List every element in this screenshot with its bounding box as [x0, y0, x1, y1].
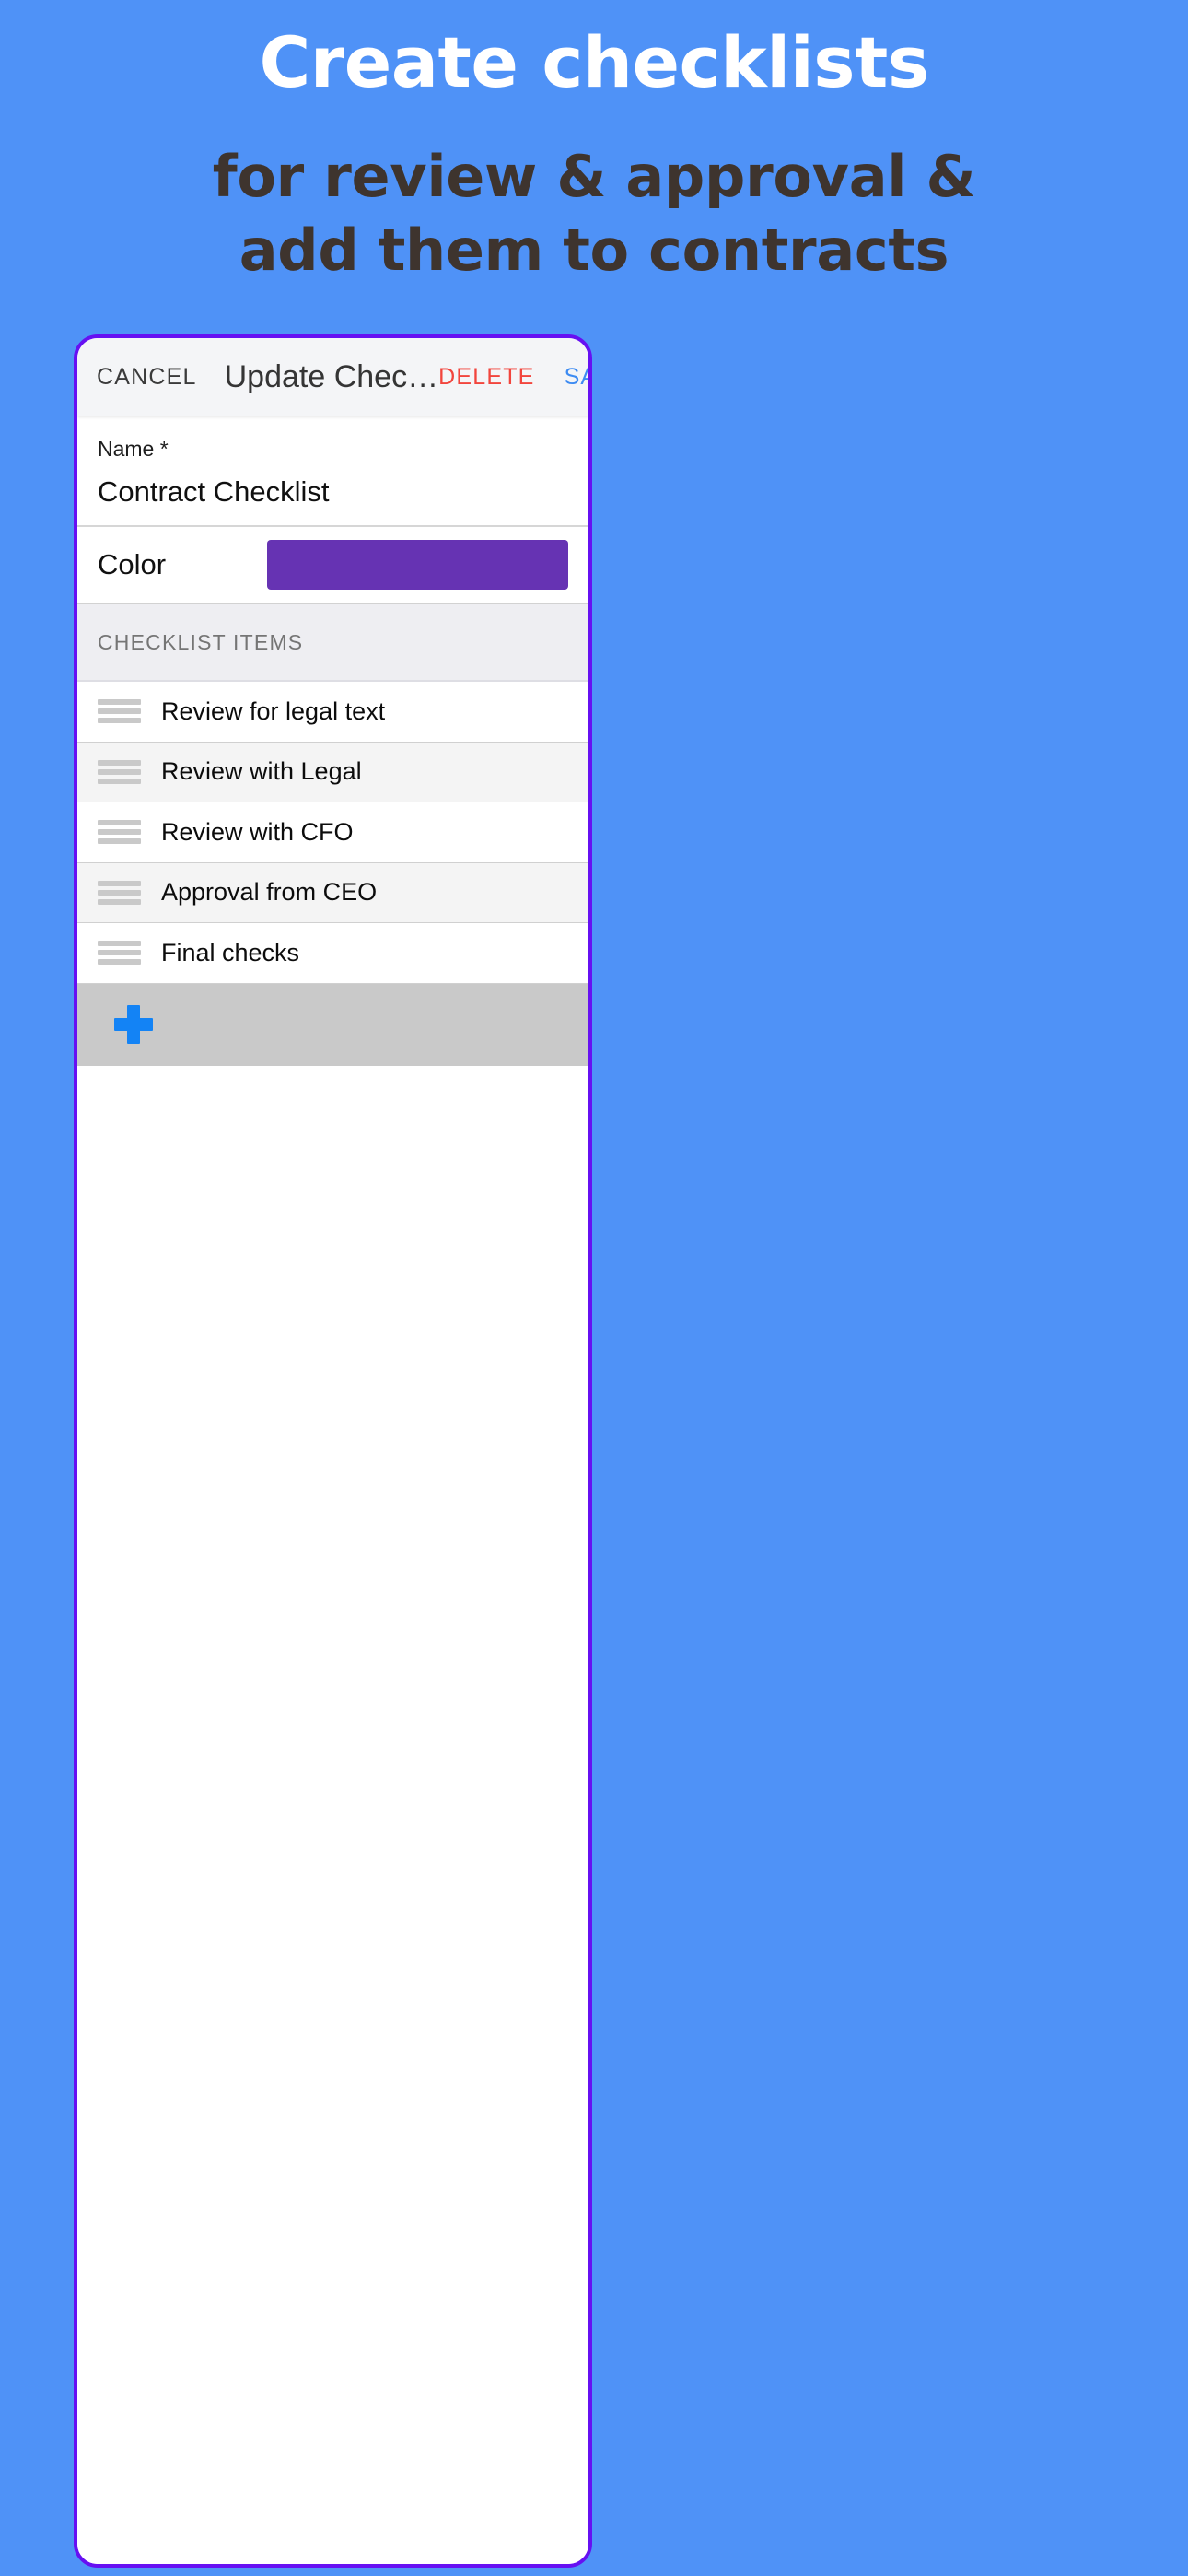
drag-handle-icon[interactable] [98, 941, 141, 966]
color-field[interactable]: Color [77, 527, 588, 604]
list-item-label: Review with CFO [161, 817, 354, 846]
name-field-label: Name * [98, 437, 169, 461]
checklist-items-section-label: CHECKLIST ITEMS [98, 629, 304, 654]
checklist-form: Name * Contract Checklist Color [77, 416, 588, 604]
drag-handle-icon[interactable] [98, 880, 141, 905]
app-bar: CANCEL Update Chec… DELETE SAVE [77, 338, 588, 416]
table-row[interactable]: Review with Legal [77, 742, 588, 802]
drag-handle-icon[interactable] [98, 820, 141, 845]
promo-headline-line-1: Create checklists [259, 21, 929, 103]
promo-headline: Create checklists for review & approval … [0, 0, 1188, 287]
drag-handle-icon[interactable] [98, 759, 141, 784]
promo-headline-line-3: add them to contracts [239, 217, 949, 284]
list-item-label: Review for legal text [161, 697, 386, 725]
delete-button[interactable]: DELETE [438, 364, 534, 391]
drag-handle-icon[interactable] [98, 699, 141, 724]
save-button[interactable]: SAVE [565, 364, 588, 391]
phone-screen: CANCEL Update Chec… DELETE SAVE Name * C… [77, 338, 588, 2564]
color-field-label: Color [98, 548, 167, 580]
list-item-label: Final checks [161, 938, 300, 966]
color-swatch[interactable] [267, 540, 568, 590]
empty-content-area [77, 1065, 588, 2564]
cancel-button[interactable]: CANCEL [97, 364, 197, 391]
name-field[interactable]: Name * Contract Checklist [77, 416, 588, 527]
name-input[interactable]: Contract Checklist [98, 470, 568, 514]
plus-icon[interactable] [114, 1005, 153, 1044]
table-row[interactable]: Review with CFO [77, 802, 588, 863]
table-row[interactable]: Review for legal text [77, 682, 588, 743]
list-item-label: Approval from CEO [161, 878, 378, 907]
table-row[interactable]: Approval from CEO [77, 862, 588, 923]
table-row[interactable]: Final checks [77, 923, 588, 984]
page-title: Update Chec… [224, 359, 439, 394]
phone-mockup-frame: CANCEL Update Chec… DELETE SAVE Name * C… [74, 334, 592, 2568]
promo-headline-line-2: for review & approval & [212, 143, 976, 210]
checklist-items-section-header: CHECKLIST ITEMS [77, 604, 588, 682]
list-item-label: Review with Legal [161, 757, 362, 786]
add-checklist-item-button[interactable] [77, 983, 588, 1066]
